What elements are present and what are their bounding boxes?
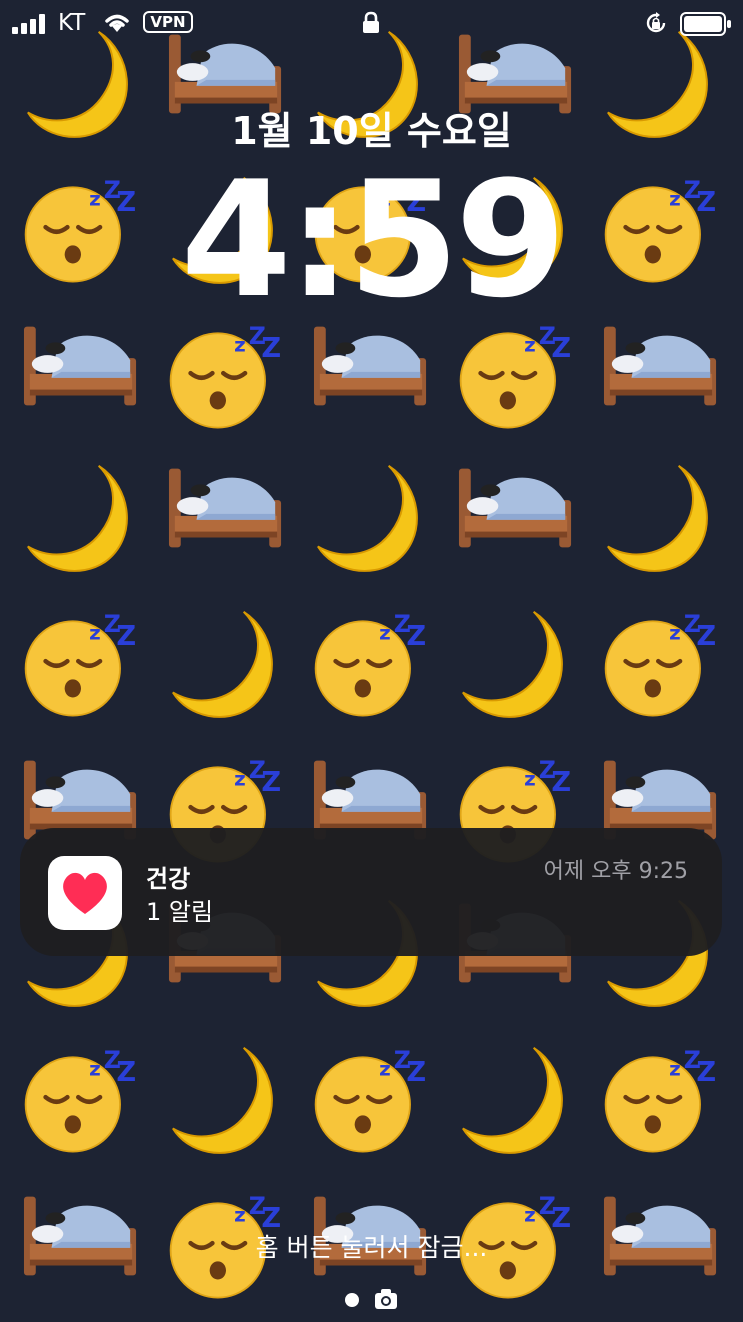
sleeping-face-icon — [461, 322, 572, 428]
crescent-moon-icon — [316, 464, 418, 572]
sleeping-face-icon — [26, 1046, 137, 1152]
health-heart-icon — [48, 856, 122, 930]
padlock-icon — [363, 11, 379, 33]
unlock-hint: 홈 버튼 눌러서 잠금... — [255, 1233, 488, 1262]
bed-icon — [313, 326, 427, 406]
sleeping-face-icon — [26, 610, 137, 716]
lock-time: 4:59 — [180, 146, 567, 333]
status-bar: KT VPN — [0, 0, 743, 48]
notification-message: 1 알림 — [146, 898, 214, 926]
battery-icon — [680, 12, 731, 36]
bed-icon — [168, 468, 282, 548]
sleeping-face-icon — [316, 610, 427, 716]
crescent-moon-icon — [606, 464, 708, 572]
signal-bars-icon — [12, 14, 45, 34]
crescent-moon-icon — [461, 610, 563, 718]
bed-icon — [603, 326, 717, 406]
sleeping-face-icon — [606, 610, 717, 716]
health-notification[interactable]: 건강 1 알림 어제 오후 9:25 — [20, 828, 722, 956]
bed-icon — [458, 468, 572, 548]
sleeping-face-icon — [316, 1046, 427, 1152]
bed-icon — [23, 326, 137, 406]
wifi-icon — [105, 14, 129, 32]
crescent-moon-icon — [171, 610, 273, 718]
crescent-moon-icon — [26, 464, 128, 572]
vpn-badge: VPN — [143, 11, 193, 33]
sleeping-face-icon — [171, 322, 282, 428]
crescent-moon-icon — [461, 1046, 563, 1154]
sleeping-face-icon — [606, 1046, 717, 1152]
notification-app-name: 건강 — [146, 865, 191, 893]
notification-timestamp: 어제 오후 9:25 — [543, 859, 688, 884]
page-dot-icon — [345, 1293, 359, 1307]
crescent-moon-icon — [171, 1046, 273, 1154]
carrier-label: KT — [58, 10, 86, 36]
lock-screen: z Z Z KT VPN — [0, 0, 743, 1322]
camera-icon[interactable] — [374, 1288, 398, 1310]
rotation-lock-icon — [646, 12, 666, 33]
